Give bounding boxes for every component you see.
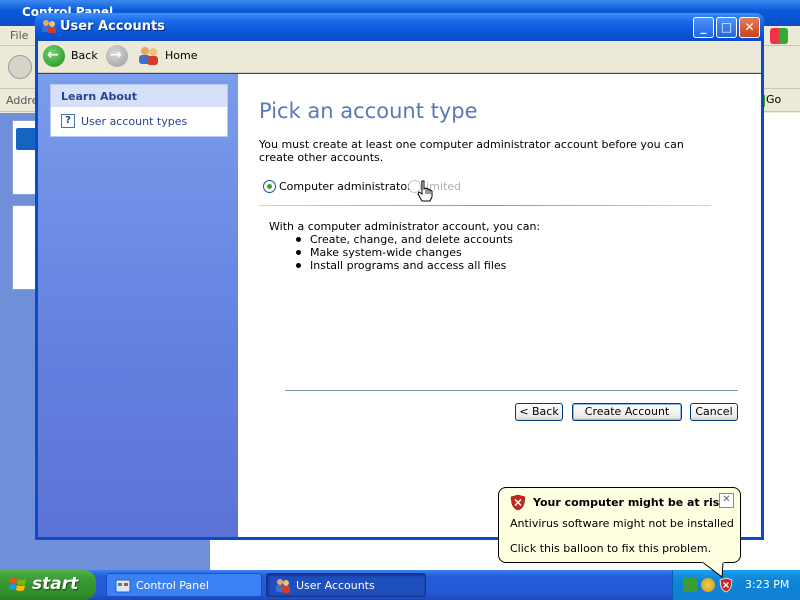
- back-arrow-icon: ←: [43, 45, 65, 67]
- balloon-action-hint: Click this balloon to fix this problem.: [510, 542, 712, 555]
- buttons-divider: [285, 390, 738, 391]
- learn-about-item-label: User account types: [81, 115, 188, 128]
- forward-arrow-icon[interactable]: →: [106, 45, 128, 67]
- start-button[interactable]: start: [0, 570, 96, 600]
- home-button-label: Home: [165, 49, 198, 62]
- taskbar-item-control-panel[interactable]: Control Panel: [106, 573, 262, 597]
- balloon-message: Antivirus software might not be installe…: [510, 517, 734, 530]
- taskbar-item-label: User Accounts: [296, 579, 375, 592]
- list-item: Make system-wide changes: [296, 246, 513, 259]
- user-accounts-icon: [276, 579, 290, 593]
- back-arrow-icon[interactable]: [8, 55, 32, 79]
- taskbar-item-user-accounts[interactable]: User Accounts: [266, 573, 426, 597]
- back-button[interactable]: ← Back: [43, 44, 108, 69]
- hand-cursor-icon: [417, 180, 433, 202]
- balloon-title: Your computer might be at risk: [533, 496, 727, 509]
- create-account-button[interactable]: Create Account: [572, 403, 682, 421]
- back-button-wizard[interactable]: < Back: [515, 403, 563, 421]
- menu-file[interactable]: File: [10, 29, 28, 42]
- admin-capabilities-list: Create, change, and delete accounts Make…: [296, 233, 513, 272]
- user-accounts-titlebar[interactable]: User Accounts _ □ ✕: [35, 13, 764, 41]
- task-sidebar: Learn About ? User account types: [38, 74, 238, 537]
- navigation-toolbar: ← Back → Home: [38, 41, 761, 73]
- admin-capabilities-intro: With a computer administrator account, y…: [269, 220, 541, 233]
- page-description: You must create at least one computer ad…: [259, 138, 684, 164]
- radio-selected-icon: [263, 180, 276, 193]
- learn-about-title: Learn About: [61, 90, 138, 103]
- security-warning-icon: [510, 494, 526, 511]
- help-icon: ?: [61, 114, 75, 128]
- back-button-label: Back: [71, 49, 98, 62]
- window-title: User Accounts: [60, 19, 165, 34]
- volume-icon[interactable]: [701, 578, 715, 592]
- learn-about-header: Learn About: [51, 85, 227, 107]
- windows-flag-icon: [9, 578, 26, 591]
- user-accounts-icon: [42, 20, 56, 33]
- main-content: Pick an account type You must create at …: [238, 74, 761, 537]
- user-accounts-body: Learn About ? User account types Pick an…: [38, 74, 761, 537]
- taskbar-item-label: Control Panel: [136, 579, 209, 592]
- learn-about-user-account-types-link[interactable]: ? User account types: [61, 113, 221, 131]
- security-notification-balloon[interactable]: Your computer might be at risk ✕ Antivir…: [498, 487, 741, 563]
- windows-logo-icon: [770, 28, 788, 44]
- home-button[interactable]: Home: [138, 44, 198, 69]
- home-users-icon: [139, 47, 158, 65]
- cancel-button[interactable]: Cancel: [690, 403, 738, 421]
- clock: 3:23 PM: [745, 578, 790, 591]
- list-item: Install programs and access all files: [296, 259, 513, 272]
- close-button[interactable]: ✕: [739, 17, 760, 38]
- user-accounts-window: User Accounts _ □ ✕ ← Back → Home Learn …: [35, 13, 764, 540]
- minimize-button[interactable]: _: [693, 17, 714, 38]
- computer-administrator-label: Computer administrator: [279, 180, 412, 193]
- network-icon[interactable]: [683, 578, 697, 592]
- taskbar: start Control Panel User Accounts 3:23 P…: [0, 570, 800, 600]
- go-button[interactable]: Go: [766, 93, 781, 106]
- close-icon[interactable]: ✕: [719, 493, 734, 508]
- section-divider: [259, 205, 711, 206]
- address-label: Addre: [6, 94, 39, 107]
- learn-about-panel: Learn About ? User account types: [50, 84, 228, 137]
- list-item: Create, change, and delete accounts: [296, 233, 513, 246]
- control-panel-icon: [115, 579, 131, 593]
- start-label: start: [32, 574, 79, 594]
- page-title: Pick an account type: [259, 99, 478, 123]
- system-tray: 3:23 PM: [672, 570, 800, 600]
- balloon-pointer: [702, 562, 724, 578]
- security-shield-icon[interactable]: [719, 577, 733, 593]
- maximize-button[interactable]: □: [716, 17, 737, 38]
